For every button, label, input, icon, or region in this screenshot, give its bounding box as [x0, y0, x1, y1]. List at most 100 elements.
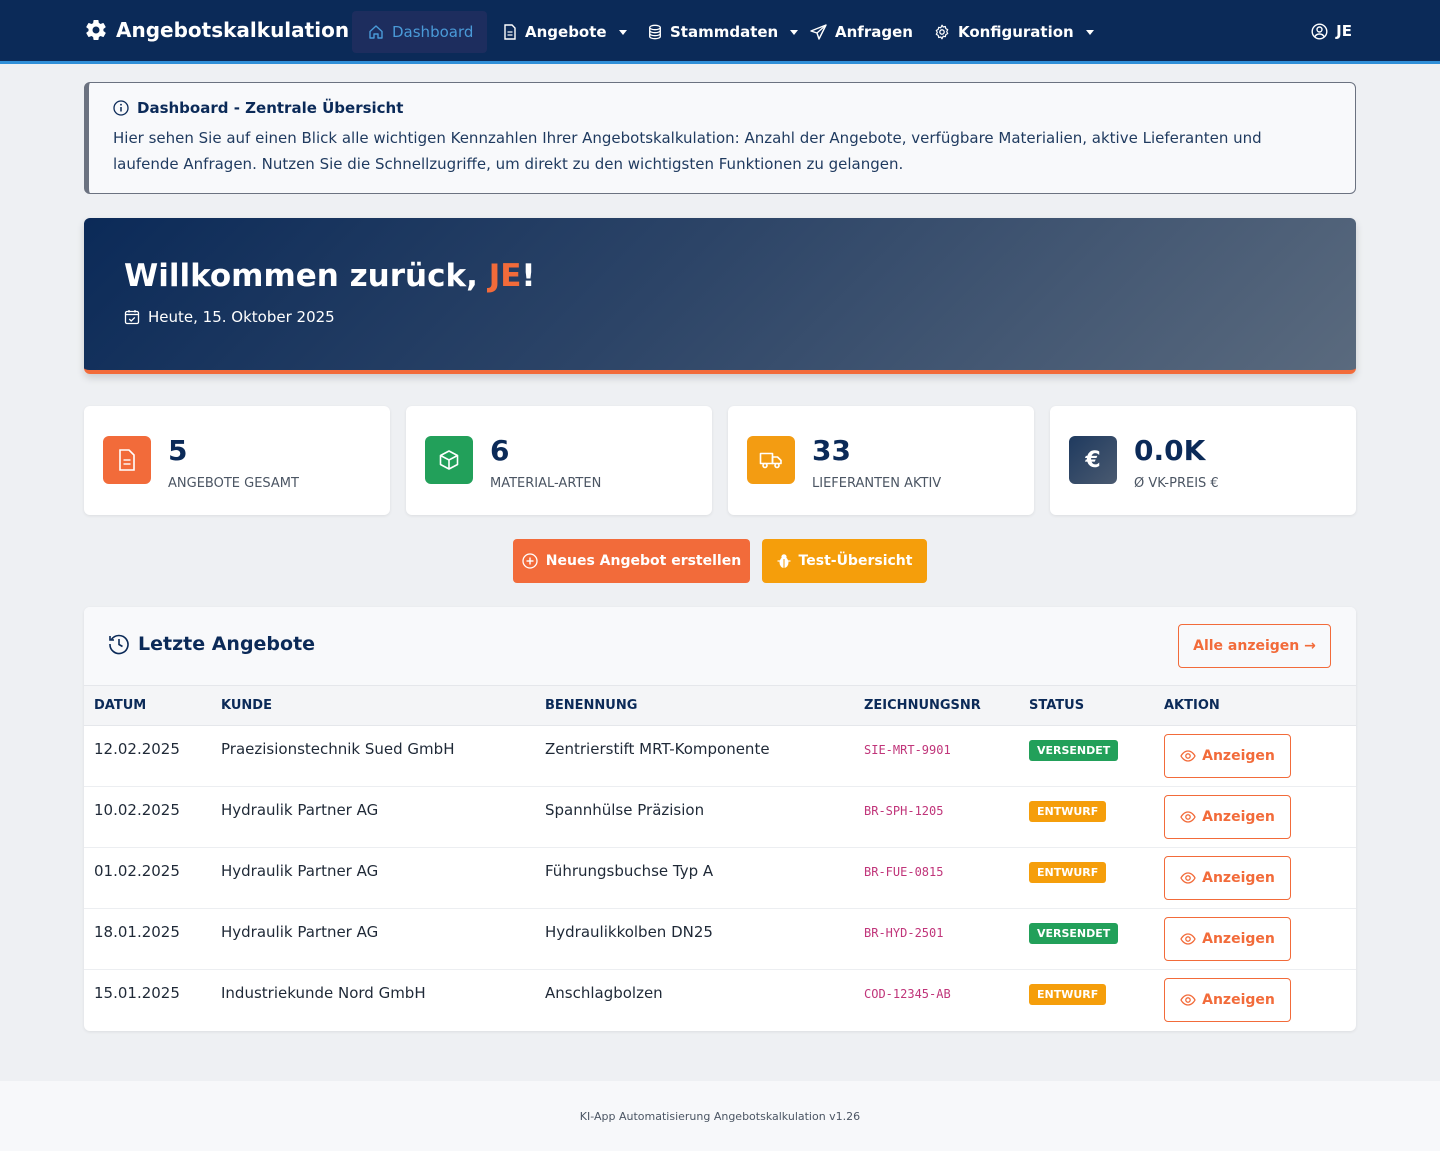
view-button-label: Anzeigen	[1202, 748, 1275, 764]
chevron-down-icon	[1085, 29, 1094, 35]
cell-status: VERSENDET	[1019, 725, 1154, 787]
truck-icon	[747, 436, 795, 484]
cell-customer: Industriekunde Nord GmbH	[221, 984, 426, 1002]
stat-card-lieferanten: 33 Lieferanten aktiv	[728, 406, 1034, 515]
view-button[interactable]: Anzeigen	[1164, 978, 1291, 1022]
nav-konfiguration[interactable]: Konfiguration	[918, 11, 1110, 53]
user-initials: JE	[1336, 22, 1352, 40]
cell-name: Anschlagbolzen	[545, 984, 663, 1002]
cell-status: VERSENDET	[1019, 908, 1154, 970]
cell-name: Hydraulikkolben DN25	[535, 908, 854, 970]
cell-status: ENTWURF	[1019, 847, 1154, 909]
nav-anfragen[interactable]: Anfragen	[794, 11, 929, 53]
database-icon	[648, 24, 662, 40]
gear-icon	[84, 18, 108, 42]
stat-label: Ø VK-Preis €	[1134, 476, 1219, 491]
user-icon	[1311, 22, 1328, 40]
table-row: 10.02.2025 Hydraulik Partner AG Spannhül…	[84, 786, 1356, 848]
gear-icon	[934, 24, 950, 40]
cell-date: 15.01.2025	[94, 984, 180, 1002]
status-badge: ENTWURF	[1029, 801, 1107, 822]
eye-icon	[1180, 872, 1196, 884]
chevron-down-icon	[618, 29, 627, 35]
nav-stammdaten[interactable]: Stammdaten	[632, 11, 814, 53]
cell-name: Spannhülse Präzision	[535, 786, 854, 848]
welcome-exclaim: !	[521, 258, 536, 294]
column-header-status: Status	[1019, 685, 1154, 726]
bug-icon	[777, 553, 791, 569]
status-badge: VERSENDET	[1029, 923, 1119, 944]
recent-offers-title: Letzte Angebote	[108, 633, 315, 655]
recent-offers-title-label: Letzte Angebote	[138, 633, 316, 655]
cell-customer: Hydraulik Partner AG	[211, 786, 535, 848]
view-button[interactable]: Anzeigen	[1164, 917, 1291, 961]
send-icon	[810, 24, 827, 40]
user-menu[interactable]: JE	[1311, 22, 1352, 40]
cell-customer: Hydraulik Partner AG	[211, 847, 535, 909]
cell-date: 10.02.2025	[84, 786, 211, 848]
cell-customer: Praezisionstechnik Sued GmbH	[211, 725, 535, 787]
cell-drawing-number: SIE-MRT-9901	[854, 725, 1019, 787]
welcome-date-label: Heute, 15. Oktober 2025	[148, 308, 335, 326]
eye-icon	[1180, 750, 1196, 762]
nav-dashboard[interactable]: Dashboard	[352, 11, 487, 53]
status-badge: ENTWURF	[1029, 862, 1107, 883]
nav-angebote-label: Angebote	[525, 23, 607, 41]
table-row: 12.02.2025 Praezisionstechnik Sued GmbH …	[84, 725, 1356, 787]
nav-stammdaten-label: Stammdaten	[670, 23, 779, 41]
view-button[interactable]: Anzeigen	[1164, 795, 1291, 839]
document-icon	[103, 436, 151, 484]
home-icon	[368, 24, 384, 40]
test-overview-button[interactable]: Test-Übersicht	[762, 539, 927, 583]
navbar: Angebotskalkulation Dashboard Angebote S…	[0, 0, 1440, 64]
table-row: 18.01.2025 Hydraulik Partner AG Hydrauli…	[84, 908, 1356, 970]
stat-card-vk-preis: € 0.0K Ø VK-Preis €	[1050, 406, 1356, 515]
view-button[interactable]: Anzeigen	[1164, 856, 1291, 900]
column-header-aktion: Aktion	[1154, 685, 1356, 726]
view-button-label: Anzeigen	[1202, 992, 1275, 1008]
column-header-benennung: Benennung	[535, 685, 854, 726]
stat-label: Lieferanten aktiv	[812, 476, 942, 491]
show-all-button[interactable]: Alle anzeigen →	[1178, 624, 1331, 668]
recent-offers-table: Datum Kunde Benennung Zeichnungsnr Statu…	[84, 685, 1356, 1031]
cell-name: Führungsbuchse Typ A	[535, 847, 854, 909]
cell-action: Anzeigen	[1154, 970, 1356, 1031]
stat-card-angebote: 5 Angebote gesamt	[84, 406, 390, 515]
eye-icon	[1180, 994, 1196, 1006]
stat-value: 0.0K	[1134, 434, 1206, 467]
eye-icon	[1180, 933, 1196, 945]
stat-card-material: 6 Material-Arten	[406, 406, 712, 515]
column-header-datum: Datum	[84, 685, 211, 726]
clock-icon	[108, 633, 130, 655]
table-header-row: Datum Kunde Benennung Zeichnungsnr Statu…	[84, 685, 1356, 726]
cell-drawing-number: BR-SPH-1205	[854, 786, 1019, 848]
brand-label: Angebotskalkulation	[116, 18, 350, 42]
stat-label: Angebote gesamt	[168, 476, 299, 491]
welcome-greeting: Willkommen zurück,	[124, 258, 489, 294]
info-icon	[113, 100, 129, 116]
cell-drawing-number: COD-12345-AB	[864, 987, 951, 1001]
view-button[interactable]: Anzeigen	[1164, 734, 1291, 778]
document-icon	[503, 24, 517, 40]
view-button-label: Anzeigen	[1202, 931, 1275, 947]
table-row: 01.02.2025 Hydraulik Partner AG Führungs…	[84, 847, 1356, 909]
eye-icon	[1180, 811, 1196, 823]
welcome-heading: Willkommen zurück, JE!	[124, 258, 1316, 294]
nav-angebote[interactable]: Angebote	[487, 11, 643, 53]
brand[interactable]: Angebotskalkulation	[84, 18, 349, 42]
euro-icon: €	[1069, 436, 1117, 484]
cell-status: ENTWURF	[1019, 970, 1154, 1031]
view-button-label: Anzeigen	[1202, 870, 1275, 886]
cell-drawing-number: BR-HYD-2501	[854, 908, 1019, 970]
stat-label: Material-Arten	[490, 476, 602, 491]
cell-date: 01.02.2025	[84, 847, 211, 909]
cell-action: Anzeigen	[1154, 725, 1356, 787]
nav-anfragen-label: Anfragen	[835, 23, 913, 41]
status-badge: ENTWURF	[1029, 984, 1107, 1005]
info-box: Dashboard - Zentrale Übersicht Hier sehe…	[84, 82, 1356, 194]
cell-date: 18.01.2025	[84, 908, 211, 970]
view-button-label: Anzeigen	[1202, 809, 1275, 825]
new-offer-button[interactable]: Neues Angebot erstellen	[513, 539, 750, 583]
recent-offers-card: Letzte Angebote Alle anzeigen → Datum Ku…	[84, 607, 1356, 1031]
cell-name: Zentrierstift MRT-Komponente	[535, 725, 854, 787]
